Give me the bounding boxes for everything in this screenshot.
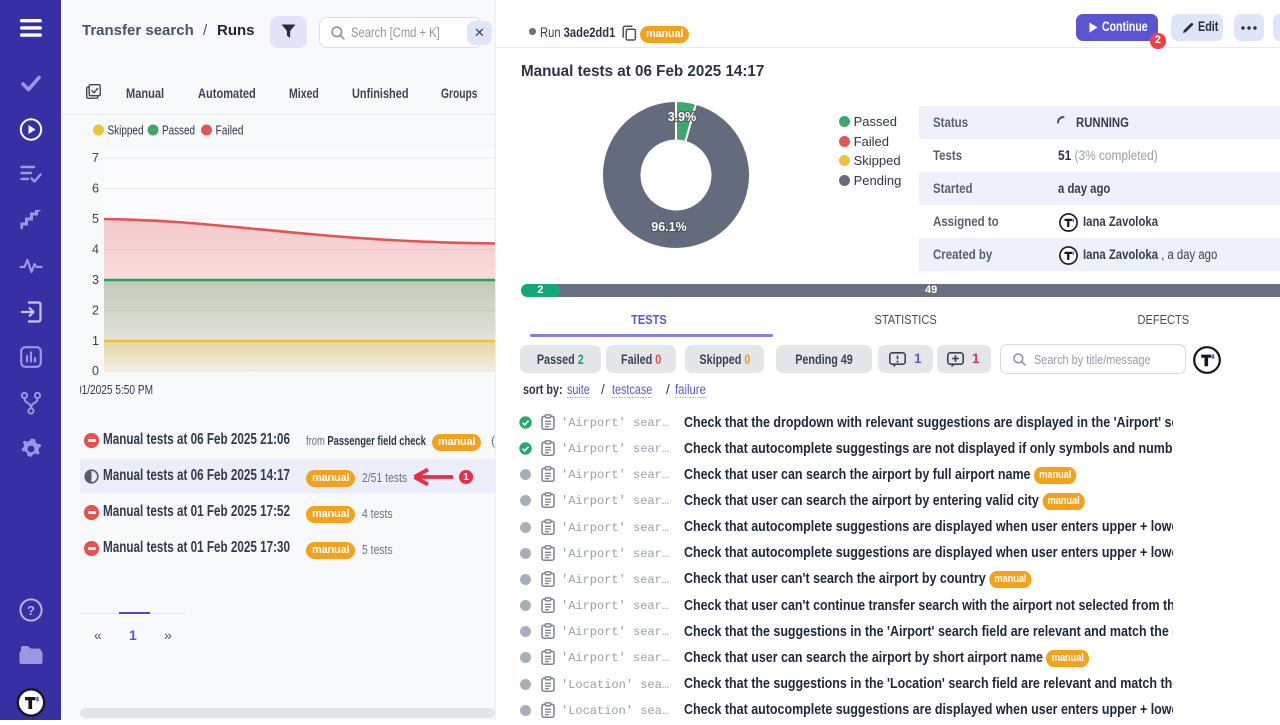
svg-text:Failed: Failed (216, 123, 244, 138)
svg-text:7: 7 (92, 151, 99, 165)
svg-text:Passed: Passed (162, 123, 195, 138)
svg-text:3.9%: 3.9% (668, 110, 697, 124)
svg-text:01/2025 5:50 PM: 01/2025 5:50 PM (80, 383, 153, 397)
svg-text:3: 3 (92, 273, 99, 287)
svg-text:4: 4 (92, 243, 99, 257)
svg-text:1: 1 (92, 334, 99, 348)
svg-text:5: 5 (92, 212, 99, 226)
svg-text:Skipped: Skipped (108, 123, 144, 138)
svg-text:2: 2 (92, 304, 99, 318)
svg-text:6: 6 (92, 182, 99, 196)
svg-text:0: 0 (92, 364, 99, 378)
svg-text:96.1%: 96.1% (651, 220, 686, 234)
svg-text:?: ? (27, 603, 35, 618)
